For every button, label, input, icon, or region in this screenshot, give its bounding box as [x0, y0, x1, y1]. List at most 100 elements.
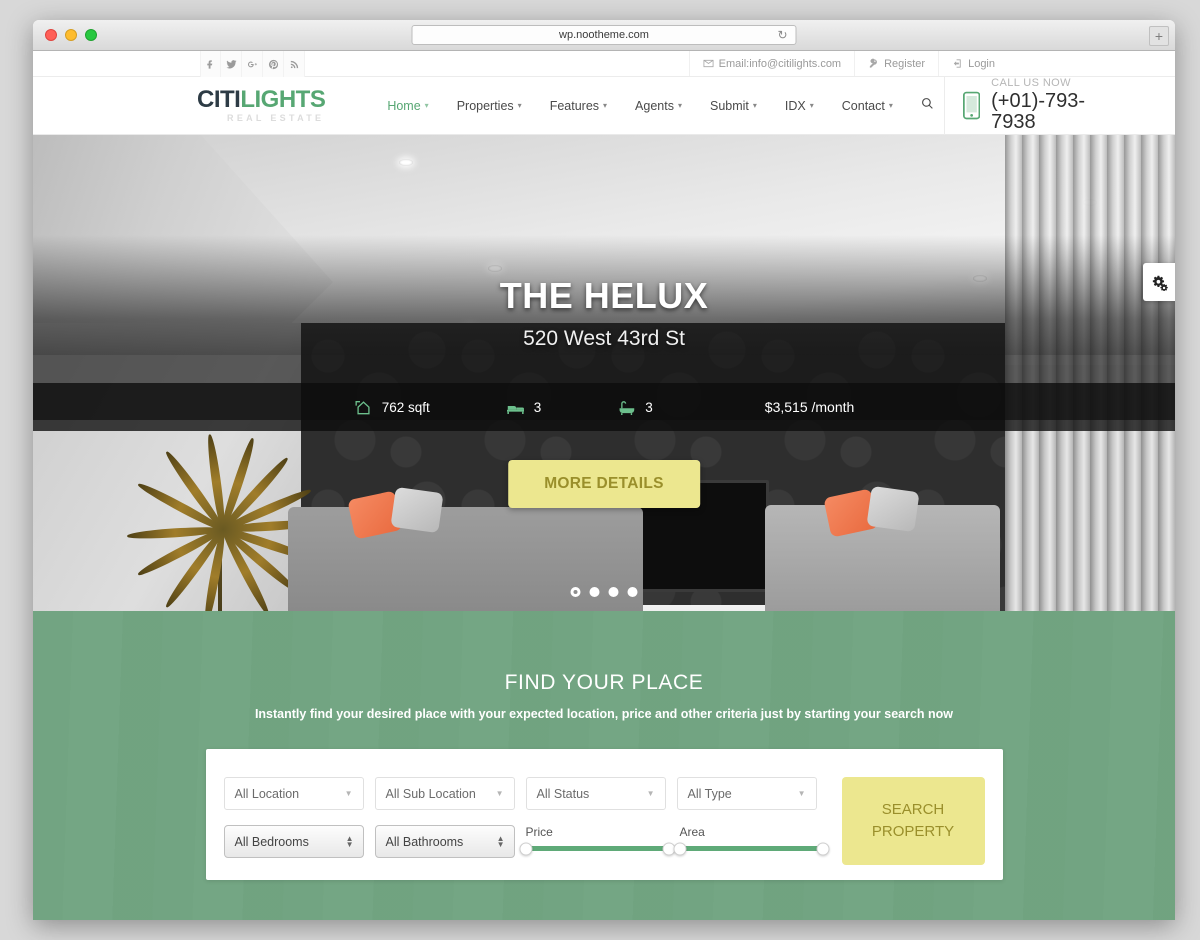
nav-label: Agents — [635, 98, 674, 113]
area-slider-label: Area — [679, 825, 705, 839]
logo-primary-text: CITI — [197, 86, 241, 113]
facebook-icon[interactable] — [200, 51, 221, 77]
slider-pagination — [570, 587, 638, 597]
area-slider-knob-min[interactable] — [673, 842, 686, 855]
throw-pillow — [866, 485, 920, 533]
search-button-line2: PROPERTY — [871, 823, 955, 840]
chevron-down-icon: ▾ — [809, 101, 814, 110]
nav-item-submit[interactable]: Submit ▾ — [696, 99, 771, 113]
chevron-down-icon: ▾ — [424, 101, 429, 110]
chevron-down-icon: ▾ — [888, 101, 893, 110]
nav-item-idx[interactable]: IDX ▾ — [771, 99, 828, 113]
call-us-text: CALL US NOW (+01)-793-7938 — [991, 77, 1117, 134]
logo-tagline: REAL ESTATE — [227, 113, 325, 123]
email-link[interactable]: Email:info@citilights.com — [688, 51, 854, 76]
search-icon[interactable] — [907, 97, 944, 115]
pinterest-icon[interactable] — [263, 51, 284, 77]
nav-label: Properties — [456, 98, 514, 113]
bath-icon — [619, 400, 635, 415]
theme-settings-toggle[interactable] — [1143, 263, 1175, 301]
minimize-window-button[interactable] — [65, 29, 77, 41]
area-slider-knob-max[interactable] — [816, 842, 829, 855]
hero-property-stats: 762 sqft 3 3 $3,515 /month — [33, 383, 1175, 431]
slider-dot-1[interactable] — [570, 587, 581, 597]
search-property-button[interactable]: SEARCH PROPERTY — [841, 777, 985, 865]
section-description: Instantly find your desired place with y… — [254, 707, 954, 721]
login-link[interactable]: Login — [938, 51, 1175, 76]
chevron-down-icon: ▼ — [646, 789, 655, 798]
price-slider-knob-min[interactable] — [519, 842, 532, 855]
more-details-button[interactable]: MORE DETAILS — [508, 460, 700, 508]
top-utility-links: Email:info@citilights.com Register Login — [688, 51, 1175, 76]
register-text: Register — [884, 57, 926, 70]
site-logo[interactable]: CITILIGHTS REAL ESTATE — [197, 86, 326, 123]
mobile-phone-icon — [962, 91, 981, 120]
social-links — [200, 51, 305, 77]
twitter-icon[interactable] — [221, 51, 242, 77]
stat-value: 762 sqft — [381, 399, 430, 415]
bathrooms-select[interactable]: All Bathrooms ▲ ▼ — [374, 825, 515, 858]
chevron-down-icon: ▼ — [495, 789, 504, 798]
nav-item-features[interactable]: Features ▾ — [536, 99, 621, 113]
filters-row-primary: All Location ▼ All Sub Location ▼ All St… — [223, 777, 985, 865]
select-value: All Location — [234, 786, 300, 801]
spinner-arrows-icon: ▲ ▼ — [345, 833, 354, 849]
call-us-number: (+01)-793-7938 — [991, 90, 1086, 134]
bed-icon — [506, 405, 524, 414]
nav-item-agents[interactable]: Agents ▾ — [621, 99, 696, 113]
area-slider[interactable]: Area — [673, 825, 829, 855]
reload-icon[interactable]: ↻ — [777, 28, 787, 42]
throw-pillow — [390, 486, 444, 534]
search-button-line1: SEARCH — [881, 801, 945, 819]
logo-secondary-text: LIGHTS — [240, 86, 326, 113]
slider-dot-4[interactable] — [627, 587, 638, 597]
hero-slider: THE HELUX 520 West 43rd St 762 sqft 3 3 … — [33, 135, 1175, 611]
browser-window: wp.nootheme.com ↻ + Email:info@citilight… — [33, 20, 1175, 920]
rss-icon[interactable] — [284, 51, 305, 77]
new-tab-button[interactable]: + — [1149, 26, 1169, 46]
sub-location-select[interactable]: All Sub Location ▼ — [374, 777, 515, 810]
status-select[interactable]: All Status ▼ — [525, 777, 666, 810]
main-navigation: Home ▾ Properties ▾ Features ▾ Agents ▾ … — [373, 97, 944, 115]
slider-dot-2[interactable] — [589, 587, 600, 597]
chevron-down-icon: ▾ — [677, 101, 682, 110]
googleplus-icon[interactable] — [242, 51, 263, 77]
hero-property-address: 520 West 43rd St — [523, 327, 685, 350]
register-link[interactable]: Register — [854, 51, 938, 76]
location-select[interactable]: All Location ▼ — [223, 777, 364, 810]
select-value: All Bedrooms — [234, 834, 309, 849]
area-slider-track[interactable] — [673, 842, 829, 855]
nav-label: Contact — [841, 98, 885, 113]
select-value: All Sub Location — [385, 786, 476, 801]
stat-area: 762 sqft — [316, 399, 468, 416]
nav-item-home[interactable]: Home ▾ — [373, 99, 442, 113]
price-slider-track[interactable] — [519, 842, 675, 855]
price-slider[interactable]: Price — [519, 825, 675, 855]
select-value: All Bathrooms — [385, 834, 464, 849]
address-bar[interactable]: wp.nootheme.com ↻ — [411, 25, 797, 45]
nav-item-contact[interactable]: Contact ▾ — [828, 99, 907, 113]
maximize-window-button[interactable] — [85, 29, 97, 41]
site-header: CITILIGHTS REAL ESTATE Home ▾ Properties… — [33, 76, 1175, 135]
select-value: All Type — [687, 786, 732, 801]
area-home-icon — [355, 400, 370, 414]
close-window-button[interactable] — [45, 29, 57, 41]
call-us-block[interactable]: CALL US NOW (+01)-793-7938 — [943, 76, 1175, 135]
bedrooms-select[interactable]: All Bedrooms ▲ ▼ — [223, 825, 364, 858]
select-value: All Status — [536, 786, 590, 801]
chevron-down-icon: ▼ — [797, 789, 806, 798]
downlight-icon — [399, 159, 413, 166]
nav-item-properties[interactable]: Properties ▾ — [443, 99, 536, 113]
stat-bathrooms: 3 — [579, 399, 691, 416]
gears-icon — [1152, 275, 1168, 291]
type-select[interactable]: All Type ▼ — [676, 777, 817, 810]
property-search-form: All Location ▼ All Sub Location ▼ All St… — [205, 749, 1003, 880]
email-text: Email:info@citilights.com — [718, 57, 842, 70]
chevron-down-icon: ▾ — [752, 101, 757, 110]
slider-dot-3[interactable] — [608, 587, 619, 597]
stat-value: 3 — [533, 399, 542, 415]
stat-value: 3 — [645, 399, 653, 415]
chevron-down-icon: ▾ — [603, 101, 608, 110]
spinner-arrows-icon: ▲ ▼ — [496, 833, 505, 849]
price-slider-label: Price — [525, 825, 553, 839]
